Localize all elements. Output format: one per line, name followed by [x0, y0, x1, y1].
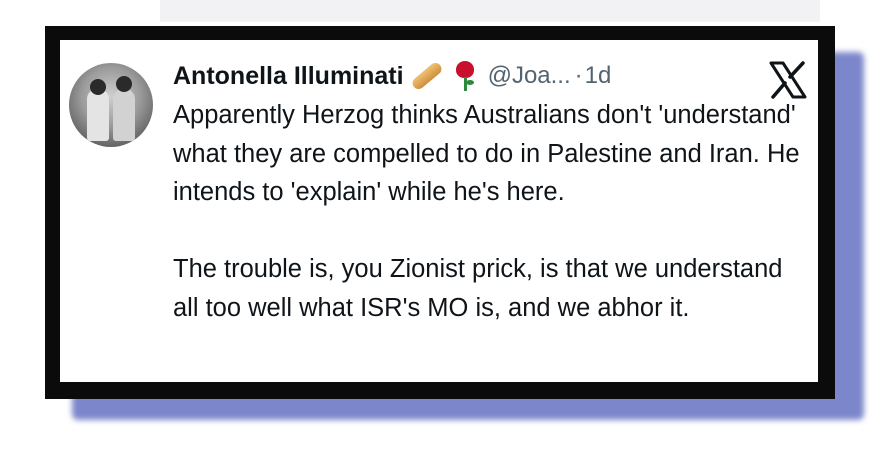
post-header: Antonella Illuminati @Joa... · 1d [173, 58, 611, 94]
post-timestamp[interactable]: 1d [585, 62, 612, 90]
rose-emoji-icon [454, 61, 476, 91]
post-body: Apparently Herzog thinks Australians don… [173, 96, 803, 327]
background-strip [160, 0, 820, 22]
x-logo-icon[interactable] [768, 60, 808, 100]
screenshot-stage: Antonella Illuminati @Joa... · 1d Appare… [0, 0, 879, 469]
avatar[interactable] [69, 63, 153, 147]
avatar-figure-right [113, 89, 135, 141]
post-paragraph-1: Apparently Herzog thinks Australians don… [173, 101, 800, 206]
author-name[interactable]: Antonella Illuminati [173, 62, 404, 91]
avatar-head-left [90, 79, 106, 95]
post-paragraph-2: The trouble is, you Zionist prick, is th… [173, 255, 783, 322]
avatar-head-right [116, 76, 132, 92]
avatar-figure-left [87, 89, 109, 141]
header-separator: · [574, 62, 583, 89]
baguette-emoji-icon [409, 60, 444, 92]
post-card[interactable]: Antonella Illuminati @Joa... · 1d Appare… [60, 40, 818, 382]
author-handle[interactable]: @Joa... [488, 62, 571, 90]
